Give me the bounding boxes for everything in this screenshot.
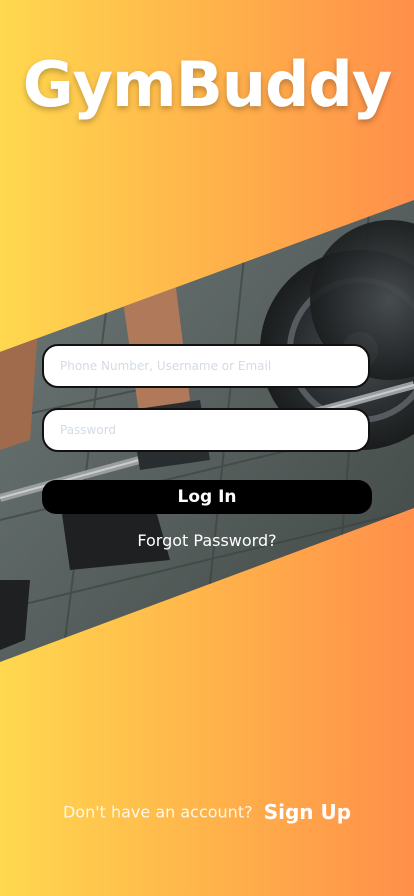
signup-link[interactable]: Sign Up [264, 800, 351, 824]
forgot-password-link[interactable]: Forgot Password? [0, 531, 414, 550]
app-logo: GymBuddy [22, 48, 392, 121]
identifier-input[interactable] [42, 344, 370, 388]
signup-prompt: Don't have an account? [62, 802, 253, 822]
login-screen: GymBuddy Phone Number, Username or Email… [0, 0, 414, 896]
login-button[interactable]: Log In [42, 480, 372, 514]
password-input[interactable] [42, 408, 370, 452]
signup-row: Don't have an account? Sign Up [0, 800, 414, 824]
